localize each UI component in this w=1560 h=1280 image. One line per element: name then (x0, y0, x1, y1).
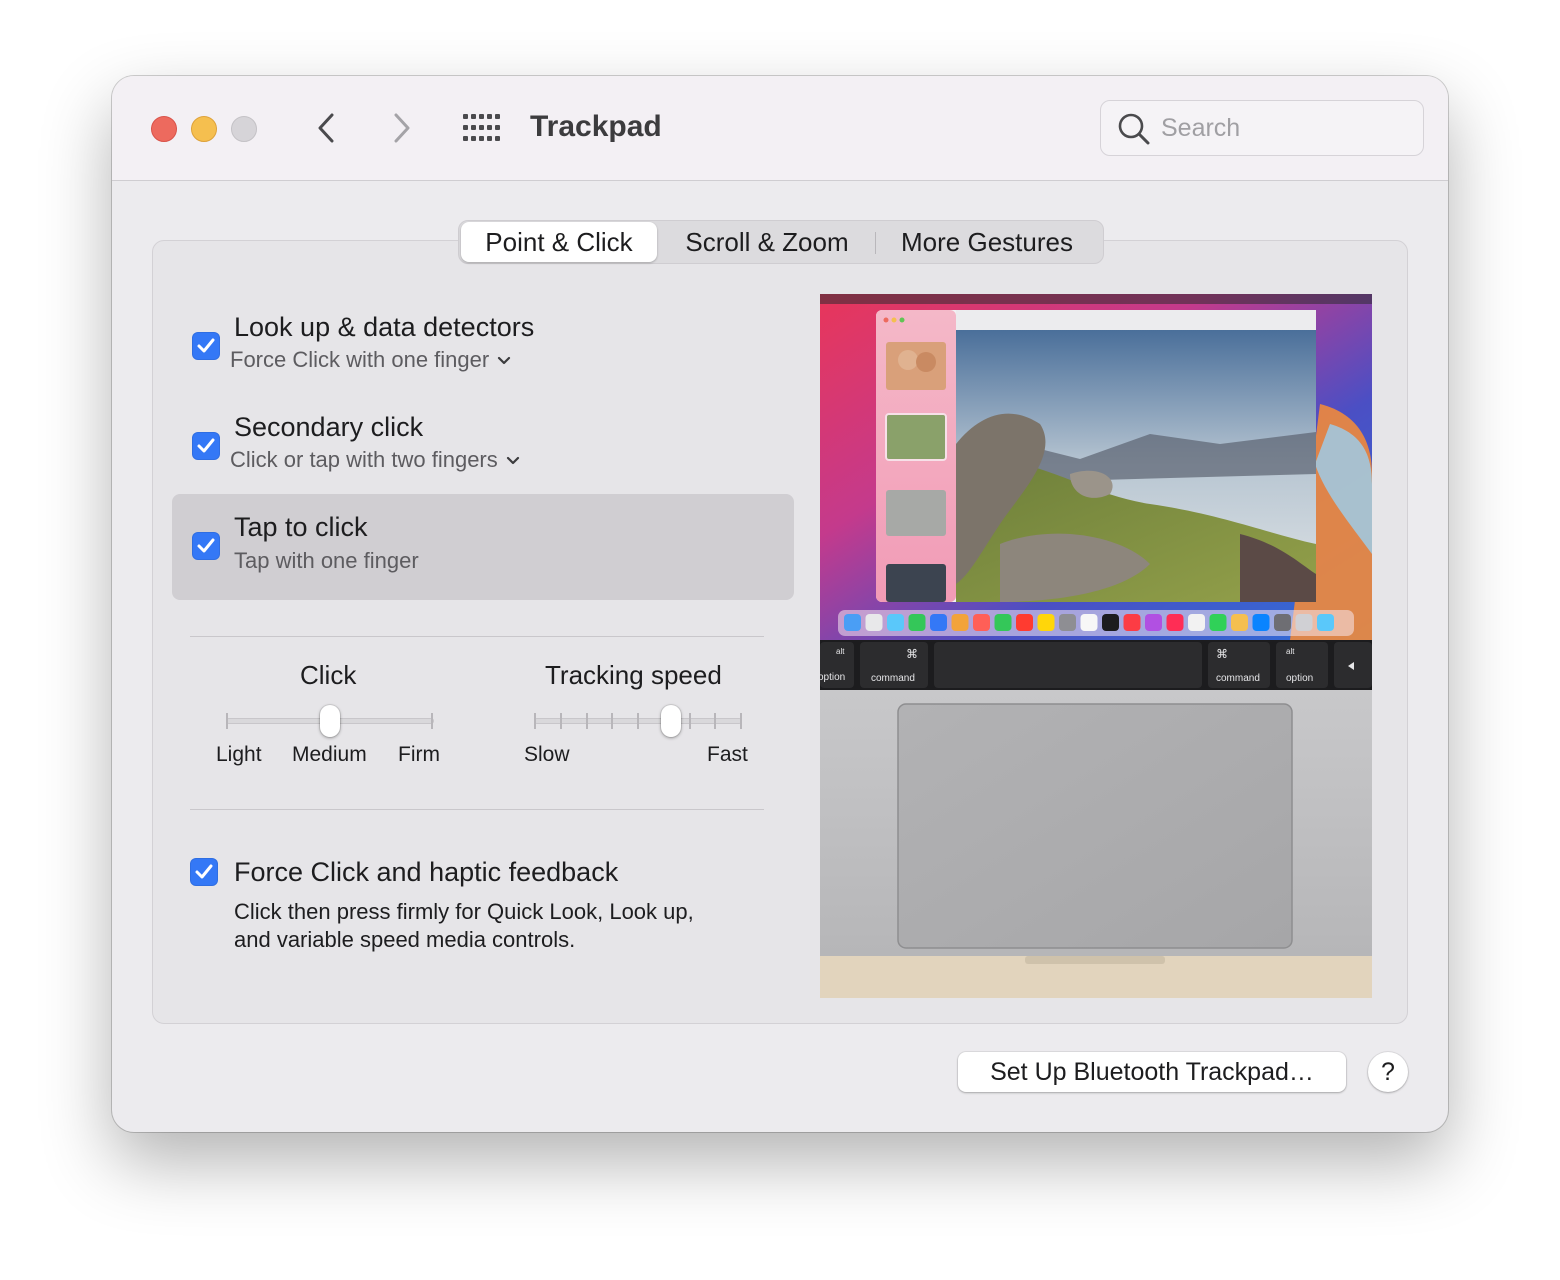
dock-app-icon (1123, 614, 1141, 631)
dock-app-icon (1188, 614, 1205, 631)
setup-bluetooth-trackpad-button[interactable]: Set Up Bluetooth Trackpad… (958, 1052, 1346, 1092)
divider (190, 809, 764, 810)
dock-app-icon (908, 614, 926, 631)
force-click-checkbox[interactable] (190, 858, 218, 886)
dock-app-icon (865, 614, 883, 631)
dock-app-icon (844, 614, 861, 631)
show-all-button[interactable] (463, 114, 501, 142)
key-command-right: command (1216, 673, 1260, 684)
dock-app-icon (1209, 614, 1227, 631)
close-button[interactable] (151, 116, 177, 142)
key-alt-right: alt (1286, 647, 1295, 656)
lookup-subtitle: Force Click with one finger (230, 347, 490, 372)
dock-app-icon (1145, 614, 1162, 631)
checkmark-icon (197, 438, 215, 453)
dock-app-icon (1016, 614, 1033, 631)
tracking-tick (586, 713, 588, 729)
dock-app-icon (1231, 614, 1248, 631)
help-button[interactable]: ? (1368, 1052, 1408, 1092)
key-option-left: option (820, 672, 845, 683)
dock-app-icon (1295, 614, 1313, 631)
divider (190, 636, 764, 637)
click-tick (226, 713, 228, 729)
force-click-description: Click then press firmly for Quick Look, … (234, 898, 694, 954)
back-button[interactable] (310, 110, 346, 146)
key-cmd-symbol-left: ⌘ (906, 647, 918, 661)
click-light-label: Light (216, 743, 262, 766)
lookup-checkbox[interactable] (192, 332, 220, 360)
dock-app-icon (1080, 614, 1098, 631)
tracking-slow-label: Slow (524, 743, 570, 766)
dock-app-icon (1317, 614, 1334, 631)
dock-app-icon (951, 614, 969, 631)
dock-app-icon (1102, 614, 1119, 631)
tab-more-gestures[interactable]: More Gestures (881, 221, 1093, 263)
key-cmd-symbol-right: ⌘ (1216, 647, 1228, 661)
dock-app-icon (973, 614, 990, 631)
dock-app-icon (1059, 614, 1076, 631)
key-option-right: option (1286, 673, 1313, 684)
dock-app-icon (887, 614, 904, 631)
tap-to-click-row[interactable] (172, 494, 794, 600)
dock-app-icon (930, 614, 947, 631)
dock-app-icon (1037, 614, 1055, 631)
search-field[interactable] (1100, 100, 1424, 156)
chevron-down-icon (498, 357, 511, 365)
tracking-tick (611, 713, 613, 729)
tracking-tick (637, 713, 639, 729)
tracking-tick (740, 713, 742, 729)
tap-to-click-title: Tap to click (234, 512, 368, 542)
dock-app-icon (994, 614, 1012, 631)
force-click-desc-line: Click then press firmly for Quick Look, … (234, 899, 694, 924)
checkmark-icon (197, 338, 215, 353)
checkmark-icon (197, 538, 215, 553)
force-click-desc-line: and variable speed media controls. (234, 927, 576, 952)
force-click-title: Force Click and haptic feedback (234, 857, 619, 887)
tab-point-click[interactable]: Point & Click (461, 222, 657, 262)
tracking-tick (560, 713, 562, 729)
tap-to-click-checkbox[interactable] (192, 532, 220, 560)
gesture-preview: alt option ⌘ command ⌘ command alt optio… (820, 294, 1372, 998)
tracking-tick (714, 713, 716, 729)
preferences-window: Trackpad Point & Click Scroll & Zoom Mor… (112, 76, 1448, 1132)
tab-bar: Point & Click Scroll & Zoom More Gesture… (458, 220, 1104, 264)
secondary-click-title: Secondary click (234, 412, 424, 442)
search-input[interactable] (1161, 111, 1411, 145)
gesture-preview-image: alt option ⌘ command ⌘ command alt optio… (820, 294, 1372, 998)
tracking-slider-knob[interactable] (661, 705, 682, 737)
click-slider-label: Click (300, 660, 357, 690)
tracking-fast-label: Fast (707, 743, 748, 766)
secondary-click-checkbox[interactable] (192, 432, 220, 460)
dock-app-icon (1166, 614, 1184, 631)
lookup-title: Look up & data detectors (234, 312, 535, 342)
dock-app-icon (1274, 614, 1291, 631)
titlebar: Trackpad (112, 76, 1448, 181)
click-firm-label: Firm (398, 743, 440, 766)
click-medium-label: Medium (292, 743, 367, 766)
checkmark-icon (195, 864, 213, 879)
tap-to-click-subtitle: Tap with one finger (234, 548, 419, 573)
tracking-tick (689, 713, 691, 729)
lookup-gesture-menu[interactable]: Force Click with one finger (230, 347, 511, 373)
forward-button[interactable] (382, 110, 418, 146)
dock-app-icon (1252, 614, 1270, 631)
chevron-left-icon (318, 113, 334, 143)
chevron-right-icon (394, 113, 410, 143)
tracking-slider-label: Tracking speed (545, 660, 722, 690)
click-tick (431, 713, 433, 729)
search-icon (1118, 113, 1150, 145)
key-command-left: command (871, 673, 915, 684)
tracking-tick (534, 713, 536, 729)
secondary-click-menu[interactable]: Click or tap with two fingers (230, 447, 520, 473)
click-slider-knob[interactable] (320, 705, 340, 737)
secondary-click-subtitle: Click or tap with two fingers (230, 447, 498, 472)
key-alt-left: alt (836, 647, 845, 656)
grid-icon (463, 114, 500, 141)
minimize-button[interactable] (191, 116, 217, 142)
zoom-button[interactable] (231, 116, 257, 142)
chevron-down-icon (506, 457, 519, 465)
tab-separator (875, 232, 876, 254)
tab-scroll-zoom[interactable]: Scroll & Zoom (665, 221, 869, 263)
window-title: Trackpad (530, 110, 662, 143)
